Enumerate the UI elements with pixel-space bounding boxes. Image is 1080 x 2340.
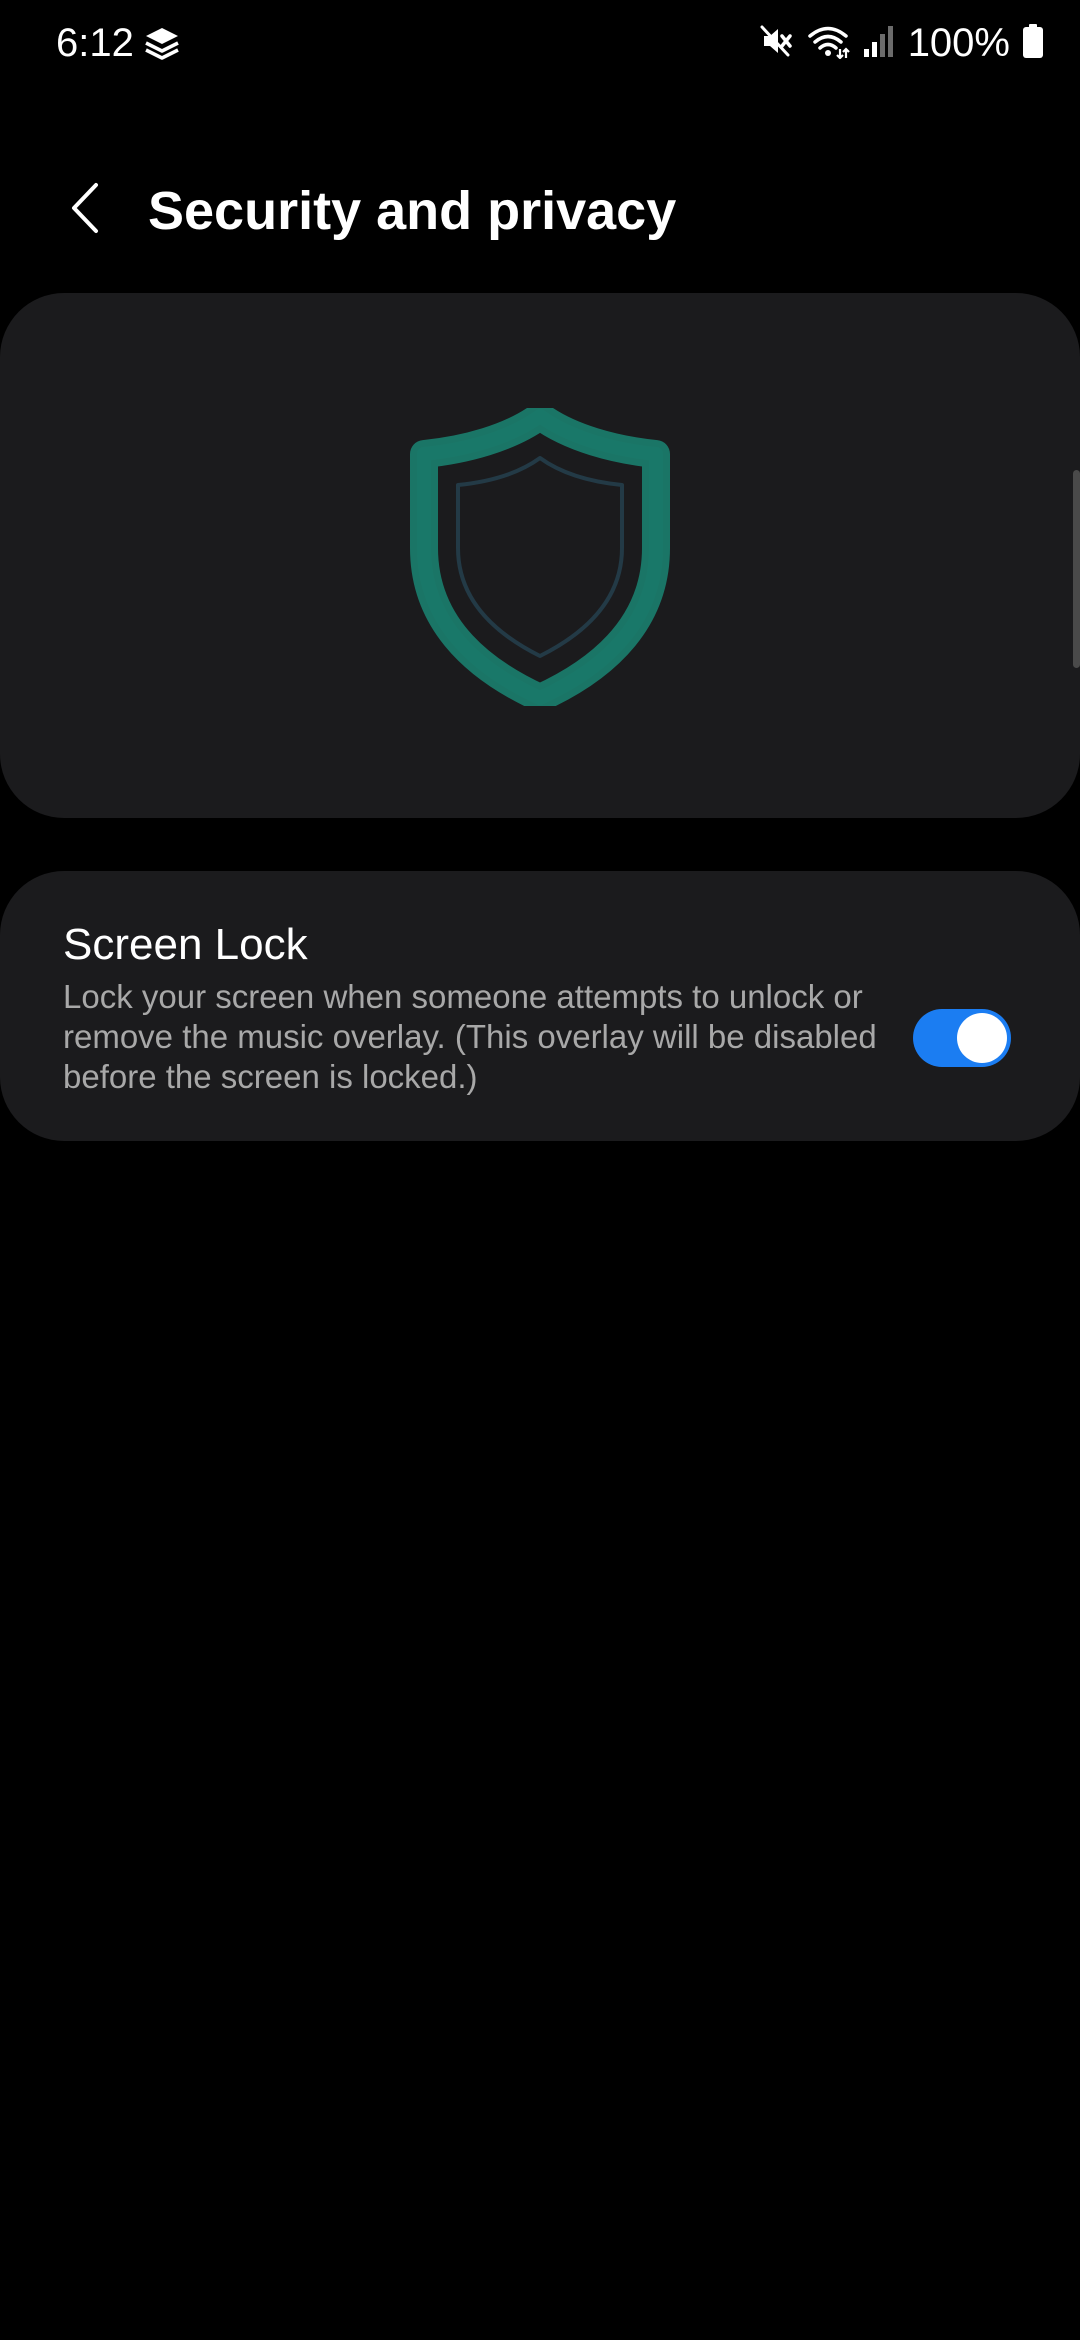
status-indicators: 100% — [758, 18, 1044, 68]
back-button[interactable] — [50, 176, 118, 244]
status-bar: 6:12 100% — [0, 0, 1080, 88]
chevron-left-icon — [64, 180, 104, 241]
wifi-icon — [806, 23, 850, 64]
app-bar: Security and privacy — [0, 160, 1080, 260]
mute-icon — [758, 23, 794, 64]
screen-lock-setting[interactable]: Screen Lock Lock your screen when someon… — [0, 871, 1080, 1141]
toggle-knob — [957, 1013, 1007, 1063]
setting-description: Lock your screen when someone attempts t… — [63, 978, 877, 1095]
setting-title: Screen Lock — [63, 920, 308, 969]
battery-icon — [1022, 23, 1044, 64]
status-time: 6:12 — [56, 21, 134, 65]
signal-icon — [862, 23, 896, 64]
screen-lock-toggle[interactable] — [913, 1009, 1011, 1067]
layers-icon — [143, 24, 181, 62]
scroll-indicator[interactable] — [1073, 470, 1080, 668]
page-title: Security and privacy — [148, 181, 677, 241]
battery-percent: 100% — [907, 21, 1010, 65]
shield-icon — [410, 402, 670, 712]
